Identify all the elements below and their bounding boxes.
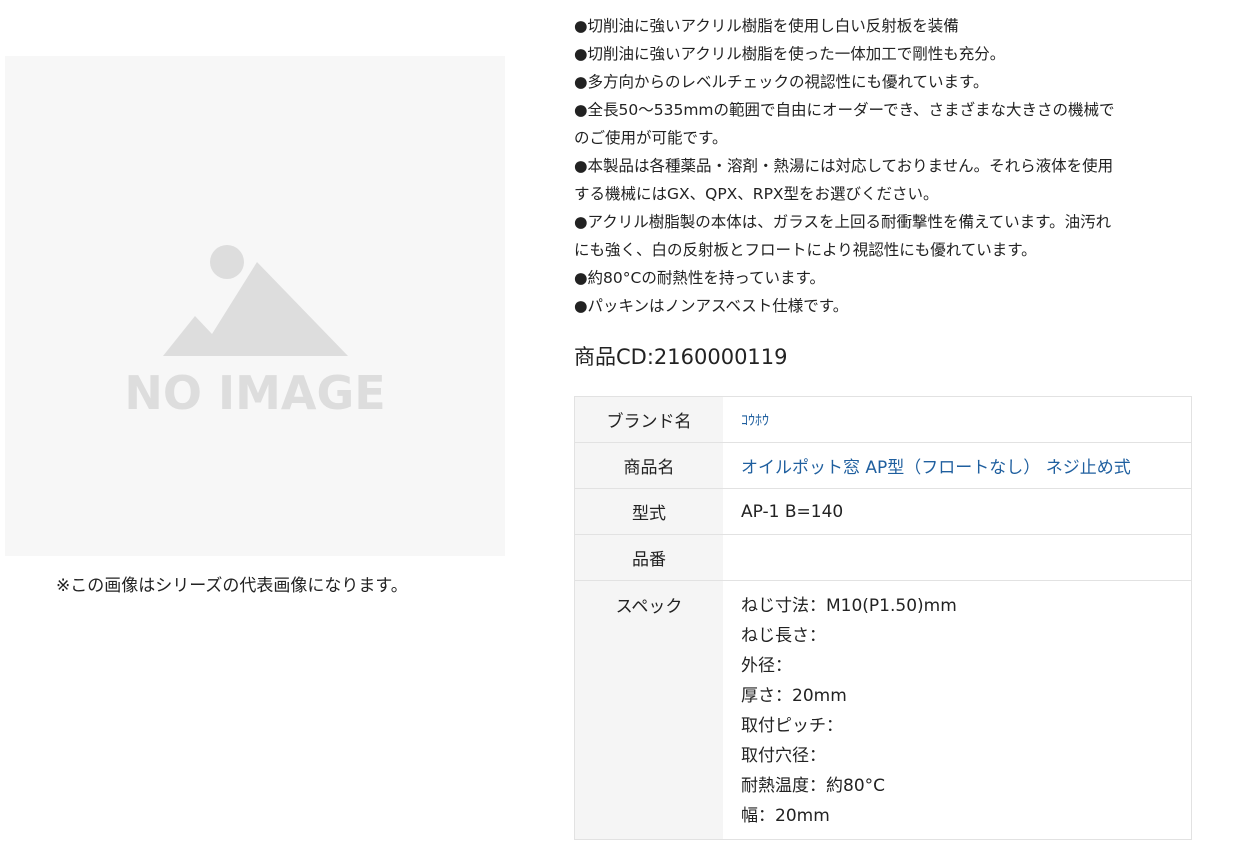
spec-line: 厚さ：20mm — [741, 686, 847, 706]
table-row: 品番 — [574, 534, 1192, 581]
brand-label: ブランド名 — [574, 396, 723, 443]
feature-line: にも強く、白の反射板とフロートにより視認性にも優れています。 — [574, 241, 1037, 259]
part-number-label: 品番 — [574, 534, 723, 581]
product-name-link[interactable]: オイルポット窓 AP型（フロートなし） ネジ止め式 — [723, 442, 1192, 489]
mountain-image-icon: NO IMAGE — [124, 245, 386, 420]
spec-table: ブランド名 ｺｳﾎｳ 商品名 オイルポット窓 AP型（フロートなし） ネジ止め式… — [574, 396, 1192, 840]
no-image-placeholder: NO IMAGE — [5, 56, 505, 556]
spec-line: ねじ長さ： — [741, 626, 826, 646]
brand-link[interactable]: ｺｳﾎｳ — [723, 396, 1192, 443]
feature-line: ●本製品は各種薬品・溶剤・熱湯には対応しておりません。それら液体を使用 — [574, 157, 1114, 175]
product-name-label: 商品名 — [574, 442, 723, 489]
spec-line: 幅：20mm — [741, 806, 830, 826]
table-row: スペック ねじ寸法：M10(P1.50)mm ねじ長さ： 外径： 厚さ：20mm… — [574, 580, 1192, 840]
spec-line: 外径： — [741, 656, 792, 676]
spec-line: 耐熱温度：約80°C — [741, 776, 886, 796]
spec-line: 取付穴径： — [741, 746, 826, 766]
feature-line: ●切削油に強いアクリル樹脂を使った一体加工で剛性も充分。 — [574, 45, 1006, 63]
model-value: AP-1 B=140 — [723, 488, 1192, 535]
spec-label: スペック — [574, 580, 723, 840]
model-label: 型式 — [574, 488, 723, 535]
spec-line: ねじ寸法：M10(P1.50)mm — [741, 596, 957, 616]
table-row: 商品名 オイルポット窓 AP型（フロートなし） ネジ止め式 — [574, 442, 1192, 489]
feature-line: ●アクリル樹脂製の本体は、ガラスを上回る耐衝撃性を備えています。油汚れ — [574, 213, 1112, 231]
feature-line: ●切削油に強いアクリル樹脂を使用し白い反射板を装備 — [574, 17, 959, 35]
feature-line: ●約80°Cの耐熱性を持っています。 — [574, 269, 825, 287]
feature-list: ●切削油に強いアクリル樹脂を使用し白い反射板を装備 ●切削油に強いアクリル樹脂を… — [574, 12, 1192, 320]
no-image-text: NO IMAGE — [124, 366, 385, 420]
spec-line: 取付ピッチ： — [741, 716, 843, 736]
feature-line: ●多方向からのレベルチェックの視認性にも優れています。 — [574, 73, 989, 91]
product-code: 商品CD:2160000119 — [574, 345, 788, 369]
spec-values: ねじ寸法：M10(P1.50)mm ねじ長さ： 外径： 厚さ：20mm 取付ピッ… — [723, 580, 1192, 840]
feature-line: のご使用が可能です。 — [574, 129, 728, 147]
feature-line: する機械にはGX、QPX、RPX型をお選びください。 — [574, 185, 939, 203]
feature-line: ●全長50～535mmの範囲で自由にオーダーでき、さまざまな大きさの機械で — [574, 101, 1115, 119]
image-caption: ※この画像はシリーズの代表画像になります。 — [56, 576, 408, 596]
feature-line: ●パッキンはノンアスベスト仕様です。 — [574, 297, 849, 315]
product-image-area: NO IMAGE — [5, 56, 505, 556]
table-row: ブランド名 ｺｳﾎｳ — [574, 396, 1192, 443]
table-row: 型式 AP-1 B=140 — [574, 488, 1192, 535]
part-number-value — [723, 534, 1192, 581]
product-details: ●切削油に強いアクリル樹脂を使用し白い反射板を装備 ●切削油に強いアクリル樹脂を… — [574, 12, 1192, 840]
